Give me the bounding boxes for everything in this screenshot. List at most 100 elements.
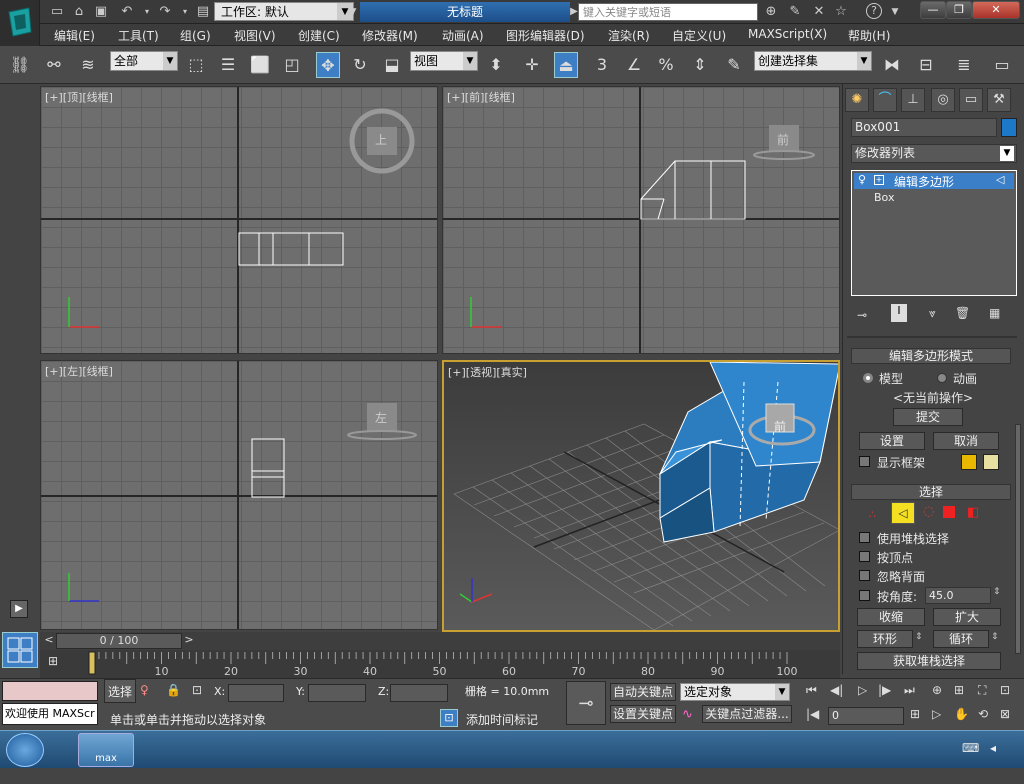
menu-graph-editors[interactable]: 图形编辑器(D) — [506, 27, 585, 44]
get-stack-selection-button[interactable]: 获取堆栈选择 — [857, 652, 1001, 670]
maximize-button[interactable]: ❐ — [946, 1, 972, 19]
undo-icon[interactable]: ↶ — [118, 3, 136, 21]
rollout-edit-poly-mode[interactable]: 编辑多边形模式 — [851, 348, 1011, 364]
redo-dropdown-icon[interactable]: ▾ — [176, 3, 194, 21]
key-mode-icon[interactable]: |◀ — [806, 707, 819, 721]
track-bar[interactable]: 10 20 30 40 50 60 70 80 90 100 — [40, 650, 840, 678]
shrink-button[interactable]: 收缩 — [857, 608, 925, 626]
help-dropdown-icon[interactable]: ▼ — [886, 3, 904, 21]
select-scale-icon[interactable]: ⬓ — [380, 52, 404, 78]
time-tag-icon[interactable]: ⊡ — [440, 709, 458, 727]
select-rotate-icon[interactable]: ↻ — [348, 52, 372, 78]
lock-icon[interactable]: 🔒 — [166, 683, 181, 697]
menu-edit[interactable]: 编辑(E) — [54, 27, 95, 44]
unlink-icon[interactable]: ⚯ — [42, 52, 66, 78]
menu-modifiers[interactable]: 修改器(M) — [362, 27, 418, 44]
zoom-icon[interactable]: ⊕ — [932, 683, 942, 697]
rollout-selection[interactable]: 选择 — [851, 484, 1011, 500]
percent-snap-icon[interactable]: % — [654, 52, 678, 78]
z-coordinate-input[interactable] — [390, 684, 448, 702]
show-end-result-icon[interactable]: Ⅰ — [891, 304, 907, 322]
angle-snap-icon[interactable]: ∠ — [622, 52, 646, 78]
isolate-icon[interactable]: ♀ — [140, 683, 149, 697]
zoom-all-icon[interactable]: ⊞ — [954, 683, 964, 697]
go-to-end-icon[interactable]: ⏭ — [904, 683, 915, 698]
undo-dropdown-icon[interactable]: ▾ — [138, 3, 156, 21]
keyboard-icon[interactable]: ⌨ — [962, 741, 979, 755]
viewcube-face[interactable]: 上 — [375, 131, 387, 148]
zoom-extents-all-icon[interactable]: ⊡ — [1000, 683, 1010, 697]
viewcube-face[interactable]: 前 — [774, 418, 786, 435]
ring-button[interactable]: 环形 — [857, 630, 913, 648]
select-manipulate-icon[interactable]: ✛ — [520, 52, 544, 78]
reference-coord-select[interactable]: 视图 ▼ — [410, 51, 478, 71]
named-selection-select[interactable]: 创建选择集 ▼ — [754, 51, 872, 71]
select-by-name-icon[interactable]: ☰ — [216, 52, 240, 78]
spinner-icon[interactable]: ⇕ — [993, 587, 1001, 597]
set-key-icon[interactable]: ⊸ — [566, 681, 606, 725]
go-to-start-icon[interactable]: ⏮ — [806, 683, 817, 698]
maxscript-mini-listener[interactable]: 欢迎使用 MAXScr — [2, 703, 98, 725]
zoom-extents-icon[interactable]: ⛶ — [978, 683, 986, 698]
pivot-center-icon[interactable]: ⬍ — [484, 52, 508, 78]
object-name-input[interactable]: Box001 — [851, 118, 997, 137]
radio-animate[interactable] — [937, 373, 947, 383]
show-cage-checkbox[interactable] — [859, 456, 870, 467]
window-crossing-icon[interactable]: ◰ — [280, 52, 304, 78]
new-file-icon[interactable]: ▭ — [48, 3, 66, 21]
y-coordinate-input[interactable] — [308, 684, 366, 702]
pan-icon[interactable]: ✋ — [954, 707, 969, 721]
ribbon-toggle-icon[interactable]: ▭ — [990, 52, 1014, 78]
viewcube-face[interactable]: 左 — [375, 409, 387, 426]
maximize-viewport-icon[interactable]: ⊠ — [1000, 707, 1010, 721]
rect-selection-region-icon[interactable]: ⬜ — [248, 52, 272, 78]
settings-button[interactable]: 设置 — [859, 432, 925, 450]
menu-create[interactable]: 创建(C) — [298, 27, 340, 44]
time-config-icon[interactable]: ⊞ — [910, 707, 920, 721]
help-icon[interactable]: ? — [866, 3, 882, 19]
loop-spinner-icon[interactable]: ⇕ — [991, 632, 999, 642]
snaps-toggle-icon[interactable]: 3 — [590, 52, 614, 78]
menu-help[interactable]: 帮助(H) — [848, 27, 890, 44]
element-mode-icon[interactable]: ◧ — [967, 505, 979, 520]
remove-modifier-icon[interactable]: 🗑 — [955, 306, 970, 320]
menu-animation[interactable]: 动画(A) — [442, 27, 484, 44]
taskbar-app-max[interactable]: max — [78, 733, 134, 767]
favorites-icon[interactable]: ☆ — [832, 3, 850, 21]
menu-customize[interactable]: 自定义(U) — [672, 27, 726, 44]
make-unique-icon[interactable]: ⩔ — [929, 306, 936, 321]
object-color-swatch[interactable] — [1001, 118, 1017, 137]
edge-mode-icon[interactable]: ◁ — [891, 502, 915, 524]
save-icon[interactable]: ▣ — [92, 3, 110, 21]
viewport-perspective[interactable]: [+][透视][真实] 前 — [442, 360, 840, 632]
align-icon[interactable]: ⊟ — [914, 52, 938, 78]
menu-group[interactable]: 组(G) — [180, 27, 211, 44]
current-frame-input[interactable]: 0 — [828, 707, 904, 725]
time-next-icon[interactable]: > — [182, 633, 196, 649]
loop-button[interactable]: 循环 — [933, 630, 989, 648]
expand-icon[interactable]: + — [874, 175, 884, 185]
key-filters-button[interactable]: 关键点过滤器... — [702, 705, 792, 723]
minimize-button[interactable]: — — [920, 1, 946, 19]
ring-spinner-icon[interactable]: ⇕ — [915, 632, 923, 642]
spinner-snap-icon[interactable]: ⇕ — [688, 52, 712, 78]
close-button[interactable]: ✕ — [972, 1, 1020, 19]
selection-filter-select[interactable]: 全部 ▼ — [110, 51, 178, 71]
start-button[interactable] — [6, 733, 44, 767]
time-prev-icon[interactable]: < — [42, 633, 56, 649]
polygon-mode-icon[interactable] — [943, 506, 955, 518]
auto-key-button[interactable]: 自动关键点 — [610, 683, 676, 701]
layer-manager-icon[interactable]: ≣ — [952, 52, 976, 78]
modifier-list-select[interactable]: 修改器列表 ▼ — [851, 144, 1017, 163]
play-icon[interactable]: ▶ — [10, 600, 28, 618]
current-frame-marker[interactable] — [88, 651, 96, 675]
viewcube-face[interactable]: 前 — [777, 131, 789, 148]
bind-spacewarp-icon[interactable]: ≋ — [76, 52, 100, 78]
menu-tools[interactable]: 工具(T) — [118, 27, 159, 44]
key-target-select[interactable]: 选定对象 ▼ — [680, 683, 790, 701]
by-angle-checkbox[interactable] — [859, 590, 870, 601]
lightbulb-icon[interactable]: ♀ — [858, 173, 866, 186]
create-tab-icon[interactable]: ✺ — [845, 88, 869, 112]
hierarchy-tab-icon[interactable]: ⊥ — [901, 88, 925, 112]
link-icon[interactable]: ⛓ — [8, 52, 32, 78]
